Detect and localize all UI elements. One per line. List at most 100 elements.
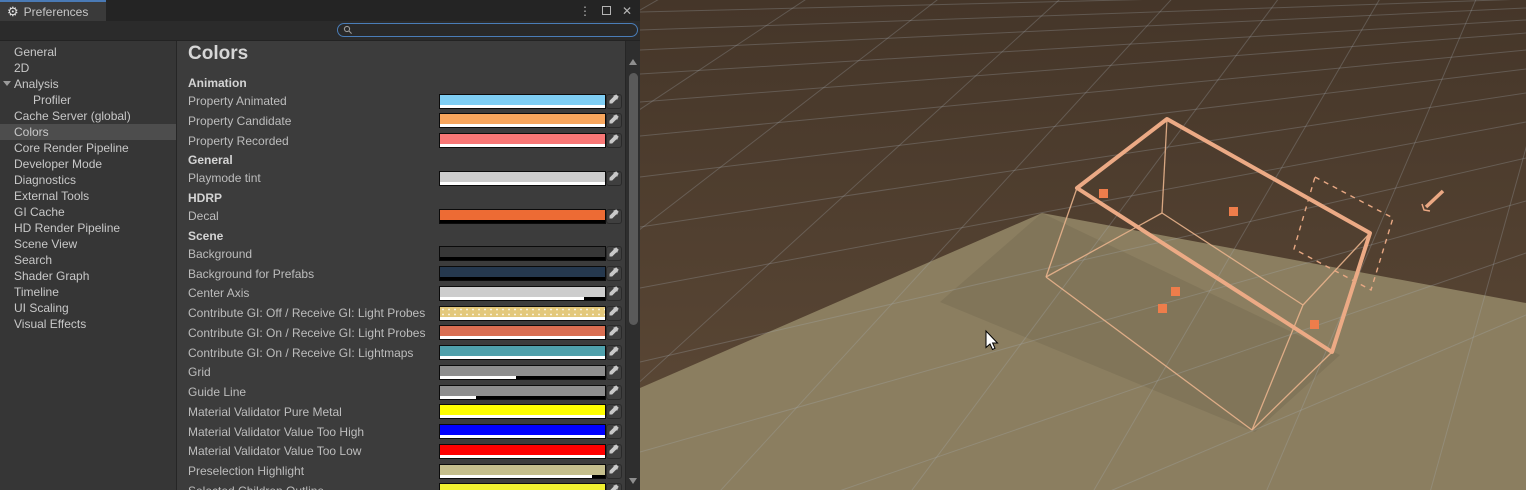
- preferences-body: General2DAnalysisProfilerCache Server (g…: [0, 41, 640, 490]
- eyedropper-button[interactable]: [606, 404, 622, 419]
- color-swatch[interactable]: [439, 365, 606, 380]
- sidebar-item-profiler[interactable]: Profiler: [0, 92, 176, 108]
- sidebar-item-external-tools[interactable]: External Tools: [0, 188, 176, 204]
- color-swatch[interactable]: [439, 325, 606, 340]
- color-row: Guide Line: [177, 383, 625, 403]
- sidebar-item-ui-scaling[interactable]: UI Scaling: [0, 300, 176, 316]
- eyedropper-button[interactable]: [606, 171, 622, 186]
- eyedropper-icon: [608, 423, 620, 441]
- sidebar-item-visual-effects[interactable]: Visual Effects: [0, 316, 176, 332]
- color-row: Material Validator Value Too High: [177, 423, 625, 443]
- scene-view[interactable]: [640, 0, 1526, 490]
- vertical-scrollbar[interactable]: [625, 41, 640, 490]
- sidebar-item-developer-mode[interactable]: Developer Mode: [0, 156, 176, 172]
- kebab-menu-icon[interactable]: ⋮: [579, 5, 591, 17]
- eyedropper-button[interactable]: [606, 209, 622, 224]
- scroll-up-arrow-icon[interactable]: [629, 59, 637, 65]
- color-field: [440, 425, 605, 435]
- eyedropper-icon: [608, 363, 620, 381]
- search-input[interactable]: [357, 24, 627, 36]
- handle[interactable]: [1229, 207, 1238, 216]
- sidebar-item-gi-cache[interactable]: GI Cache: [0, 204, 176, 220]
- color-swatch[interactable]: [439, 209, 606, 224]
- color-field: [440, 346, 605, 356]
- alpha-bar: [440, 356, 605, 359]
- color-swatch[interactable]: [439, 345, 606, 360]
- sidebar-item-scene-view[interactable]: Scene View: [0, 236, 176, 252]
- eyedropper-button[interactable]: [606, 424, 622, 439]
- sidebar-item-general[interactable]: General: [0, 44, 176, 60]
- sidebar-item-label: HD Render Pipeline: [0, 221, 120, 235]
- sidebar-item-cache-server-global-[interactable]: Cache Server (global): [0, 108, 176, 124]
- eyedropper-icon: [608, 324, 620, 342]
- sidebar-item-label: Timeline: [0, 285, 59, 299]
- sidebar-item-label: Colors: [0, 125, 49, 139]
- sidebar-item-label: GI Cache: [0, 205, 65, 219]
- color-swatch[interactable]: [439, 444, 606, 459]
- eyedropper-icon: [608, 482, 620, 490]
- color-swatch[interactable]: [439, 483, 606, 490]
- eyedropper-button[interactable]: [606, 483, 622, 490]
- section-header: General: [177, 151, 625, 169]
- color-swatch[interactable]: [439, 404, 606, 419]
- sidebar-item-core-render-pipeline[interactable]: Core Render Pipeline: [0, 140, 176, 156]
- alpha-bar: [440, 475, 605, 478]
- handle[interactable]: [1310, 320, 1319, 329]
- color-swatch[interactable]: [439, 424, 606, 439]
- sidebar-item-shader-graph[interactable]: Shader Graph: [0, 268, 176, 284]
- close-icon[interactable]: ✕: [622, 5, 632, 17]
- sidebar-item-colors[interactable]: Colors: [0, 124, 176, 140]
- eyedropper-button[interactable]: [606, 286, 622, 301]
- handle[interactable]: [1099, 189, 1108, 198]
- scrollbar-thumb[interactable]: [629, 73, 638, 325]
- color-field: [440, 267, 605, 277]
- section-header: Scene: [177, 227, 625, 245]
- section-label: HDRP: [188, 189, 222, 207]
- color-swatch[interactable]: [439, 94, 606, 109]
- eyedropper-button[interactable]: [606, 464, 622, 479]
- window-title: Preferences: [24, 5, 89, 19]
- unity-editor-window: ⚙ Preferences ⋮ ✕ General2DAnalysisProfi…: [0, 0, 1526, 490]
- handle[interactable]: [1158, 304, 1167, 313]
- eyedropper-button[interactable]: [606, 246, 622, 261]
- color-swatch[interactable]: [439, 133, 606, 148]
- eyedropper-button[interactable]: [606, 266, 622, 281]
- color-swatch[interactable]: [439, 266, 606, 281]
- eyedropper-button[interactable]: [606, 306, 622, 321]
- color-swatch[interactable]: [439, 306, 606, 321]
- color-rows: AnimationProperty AnimatedProperty Candi…: [177, 74, 625, 490]
- eyedropper-button[interactable]: [606, 385, 622, 400]
- sidebar-item-analysis[interactable]: Analysis: [0, 76, 176, 92]
- color-swatch[interactable]: [439, 286, 606, 301]
- eyedropper-icon: [608, 383, 620, 401]
- sidebar-item-hd-render-pipeline[interactable]: HD Render Pipeline: [0, 220, 176, 236]
- color-field: [440, 114, 605, 124]
- search-box[interactable]: [337, 23, 638, 37]
- color-swatch[interactable]: [439, 464, 606, 479]
- sidebar-item-2d[interactable]: 2D: [0, 60, 176, 76]
- tab-preferences[interactable]: ⚙ Preferences: [0, 0, 106, 21]
- color-row: Property Recorded: [177, 132, 625, 152]
- titlebar[interactable]: ⚙ Preferences ⋮ ✕: [0, 0, 640, 21]
- color-swatch[interactable]: [439, 246, 606, 261]
- color-row: Center Axis: [177, 284, 625, 304]
- scroll-down-arrow-icon[interactable]: [629, 478, 637, 484]
- color-swatch[interactable]: [439, 171, 606, 186]
- eyedropper-button[interactable]: [606, 444, 622, 459]
- color-swatch[interactable]: [439, 385, 606, 400]
- sidebar-item-search[interactable]: Search: [0, 252, 176, 268]
- eyedropper-button[interactable]: [606, 133, 622, 148]
- eyedropper-button[interactable]: [606, 345, 622, 360]
- alpha-bar: [440, 220, 605, 223]
- eyedropper-button[interactable]: [606, 365, 622, 380]
- eyedropper-button[interactable]: [606, 325, 622, 340]
- sidebar-item-timeline[interactable]: Timeline: [0, 284, 176, 300]
- eyedropper-button[interactable]: [606, 113, 622, 128]
- color-swatch[interactable]: [439, 113, 606, 128]
- maximize-icon[interactable]: [602, 6, 611, 15]
- eyedropper-button[interactable]: [606, 94, 622, 109]
- alpha-bar: [440, 336, 605, 339]
- sidebar-item-diagnostics[interactable]: Diagnostics: [0, 172, 176, 188]
- handle[interactable]: [1171, 287, 1180, 296]
- chevron-down-icon[interactable]: [3, 81, 11, 86]
